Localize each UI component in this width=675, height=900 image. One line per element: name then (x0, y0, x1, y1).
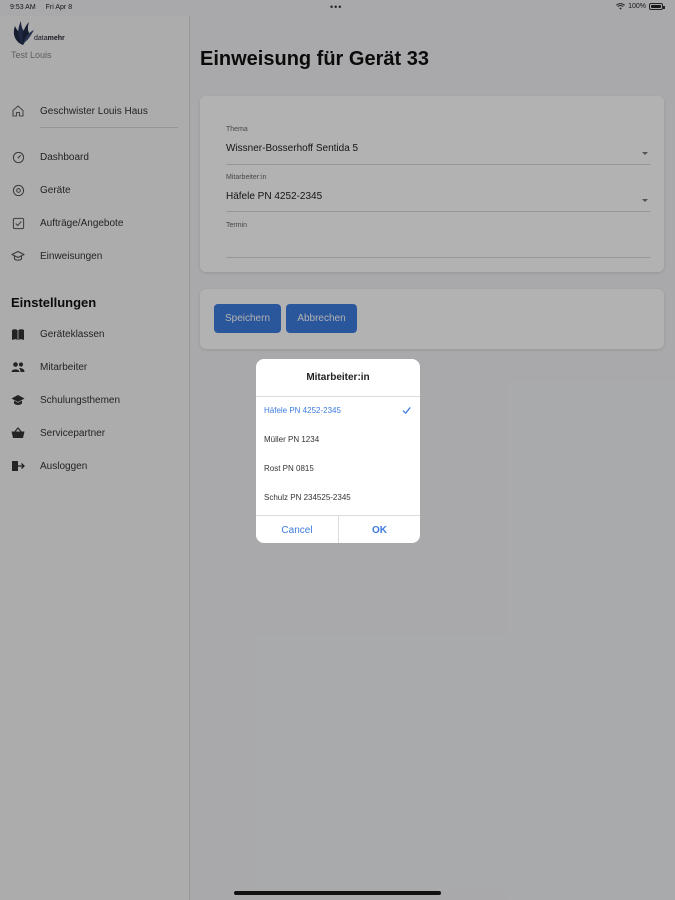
home-indicator[interactable] (234, 891, 441, 895)
picker-option[interactable]: Häfele PN 4252-2345 (256, 397, 420, 426)
picker-option-label: Müller PN 1234 (264, 435, 320, 444)
mitarbeiter-picker-dialog: Mitarbeiter:in Häfele PN 4252-2345 Mülle… (256, 359, 420, 543)
picker-title: Mitarbeiter:in (256, 359, 420, 397)
picker-option[interactable]: Müller PN 1234 (256, 426, 420, 455)
picker-actions: Cancel OK (256, 515, 420, 543)
picker-option-label: Schulz PN 234525-2345 (264, 493, 351, 502)
checkmark-icon (402, 407, 411, 414)
picker-option[interactable]: Schulz PN 234525-2345 (256, 484, 420, 513)
app-screen: 9:53 AM Fri Apr 8 ••• 100% datamehr Test… (0, 0, 675, 900)
picker-option[interactable]: Rost PN 0815 (256, 455, 420, 484)
picker-cancel-button[interactable]: Cancel (256, 516, 338, 543)
picker-option-label: Häfele PN 4252-2345 (264, 406, 341, 415)
picker-ok-button[interactable]: OK (338, 516, 420, 543)
picker-option-label: Rost PN 0815 (264, 464, 314, 473)
